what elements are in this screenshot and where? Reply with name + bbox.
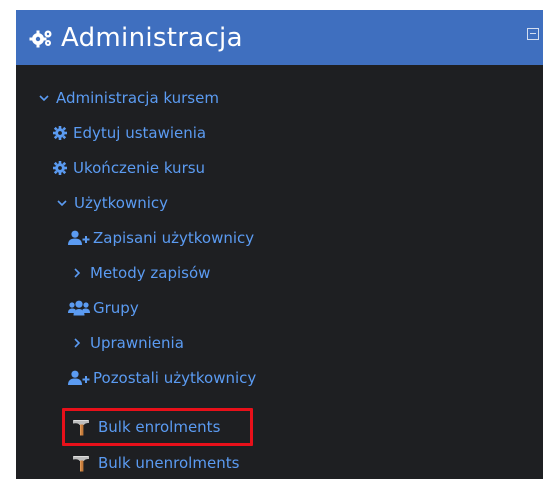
- user-plus-icon: [68, 230, 90, 245]
- tree-item-enrolment-methods[interactable]: Metody zapisów: [72, 260, 210, 286]
- gear-icon: [53, 126, 67, 140]
- tree-item-bulk-unenrolments[interactable]: Bulk unenrolments: [72, 450, 239, 476]
- collapse-box-icon[interactable]: [527, 28, 539, 40]
- chevron-down-icon: [39, 95, 49, 102]
- tree-label: Edytuj ustawienia: [73, 124, 207, 142]
- tree-label: Metody zapisów: [90, 264, 211, 282]
- chevron-right-icon: [74, 268, 81, 278]
- tree-root-course-admin[interactable]: Administracja kursem: [38, 85, 219, 111]
- hammer-icon: [73, 456, 89, 472]
- hammer-icon: [73, 420, 89, 436]
- tree-item-edit-settings[interactable]: Edytuj ustawienia: [53, 120, 206, 146]
- tree-item-enrolled-users[interactable]: Zapisani użytkownicy: [68, 225, 254, 251]
- tree-label: Grupy: [93, 299, 139, 317]
- chevron-right-icon: [74, 338, 81, 348]
- tree-item-bulk-enrolments[interactable]: Bulk enrolments: [72, 414, 220, 440]
- tree-item-course-completion[interactable]: Ukończenie kursu: [53, 155, 205, 181]
- gear-icon: [53, 161, 67, 175]
- cogs-icon: [29, 30, 52, 48]
- tree-item-permissions[interactable]: Uprawnienia: [72, 330, 184, 356]
- administration-block: Administracja Administracja kursem Edytu…: [16, 10, 543, 479]
- tree-item-groups[interactable]: Grupy: [68, 295, 139, 321]
- tree-label: Zapisani użytkownicy: [93, 229, 255, 247]
- block-header: Administracja: [16, 10, 543, 65]
- block-title: Administracja: [61, 23, 243, 53]
- tree-label: Bulk enrolments: [98, 418, 221, 436]
- tree-label: Pozostali użytkownicy: [93, 369, 257, 387]
- tree-item-users[interactable]: Użytkownicy: [56, 190, 168, 216]
- tree-label: Użytkownicy: [74, 194, 169, 212]
- tree-label: Uprawnienia: [90, 334, 184, 352]
- tree-label: Bulk unenrolments: [98, 454, 240, 472]
- tree-item-other-users[interactable]: Pozostali użytkownicy: [68, 365, 256, 391]
- tree-label: Ukończenie kursu: [73, 159, 206, 177]
- chevron-down-icon: [57, 200, 67, 207]
- tree-label: Administracja kursem: [56, 89, 219, 107]
- users-icon: [68, 300, 90, 316]
- user-plus-icon: [68, 370, 90, 385]
- course-admin-tree: Administracja kursem Edytuj ustawienia U…: [16, 65, 543, 479]
